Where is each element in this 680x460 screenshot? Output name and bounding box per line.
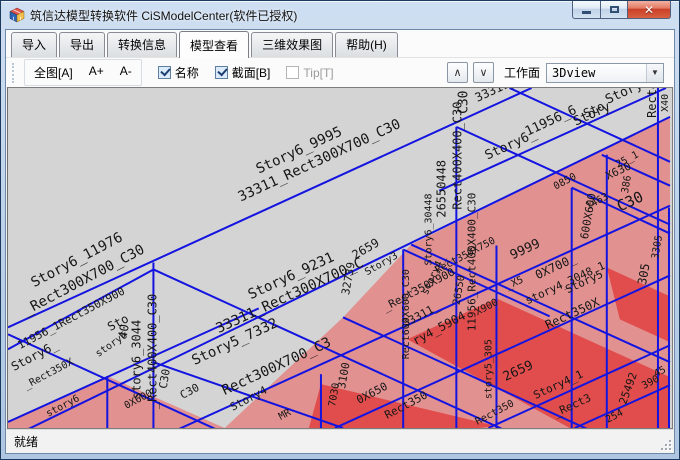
close-icon: ✕ (644, 3, 654, 17)
tip-checkbox-box[interactable] (286, 66, 299, 79)
window-controls: ✕ (572, 1, 671, 19)
model-3d-scene[interactable]: Story6_999533311_Rect300X700_C30Story6_1… (8, 88, 672, 428)
close-button[interactable]: ✕ (628, 1, 671, 19)
status-bar: 就绪 (6, 429, 674, 453)
combo-dropdown-icon[interactable]: ▼ (646, 64, 663, 82)
tab-import[interactable]: 导入 (11, 32, 57, 57)
name-checkbox-box[interactable] (158, 66, 171, 79)
tab-export[interactable]: 导出 (59, 32, 105, 57)
minimize-icon (582, 11, 591, 14)
workplane-label: 工作面 (504, 64, 540, 81)
model-member-label: story6_3044 (129, 320, 143, 399)
status-text: 就绪 (14, 433, 38, 450)
model-member-label: Rect400X400_C30 (450, 102, 464, 210)
maximize-icon (610, 6, 619, 13)
model-member-label: X40 (660, 94, 671, 112)
toolbar: 全图[A]A+A- 名称 截面[B] Tip[T] ∧ ∨ 工作面 3Dview ▼ (6, 57, 674, 87)
model-viewport[interactable]: Story6_999533311_Rect300X700_C30Story6_1… (7, 87, 673, 429)
fit-all-button[interactable]: 全图[A] (26, 61, 81, 84)
window-title: 筑信达模型转换软件 CiSModelCenter(软件已授权) (30, 7, 297, 24)
section-checkbox-label: 截面[B] (232, 64, 271, 81)
tab-3d-render[interactable]: 三维效果图 (251, 32, 333, 57)
section-checkbox-box[interactable] (215, 66, 228, 79)
model-member-label: C30 (456, 91, 471, 114)
zoom-in-button[interactable]: A+ (81, 61, 112, 84)
model-member-label: Rect40 (645, 88, 659, 118)
app-icon (9, 7, 25, 23)
model-member-label: story5_305 (483, 339, 494, 399)
view-button-group: 全图[A]A+A- (24, 59, 142, 86)
story-down-button[interactable]: ∨ (473, 62, 494, 83)
model-member-label: Story6_30448 (423, 193, 434, 265)
model-member-label: _Rect400X400_C30 (145, 294, 159, 409)
resize-grip[interactable] (658, 437, 672, 451)
workplane-combobox[interactable]: 3Dview ▼ (546, 63, 664, 83)
tab-bar: 导入导出转换信息模型查看三维效果图帮助(H) (6, 30, 674, 57)
workplane-value: 3Dview (547, 66, 646, 80)
toolbar-grip-icon[interactable] (12, 63, 18, 83)
tab-help[interactable]: 帮助(H) (335, 32, 398, 57)
story-up-button[interactable]: ∧ (447, 62, 468, 83)
tip-checkbox[interactable]: Tip[T] (286, 64, 333, 81)
zoom-out-button[interactable]: A- (112, 61, 140, 84)
tip-checkbox-label: Tip[T] (303, 66, 333, 80)
minimize-button[interactable] (572, 1, 601, 19)
model-member-label: 26550448 (434, 160, 448, 218)
display-option-checkboxes: 名称 截面[B] Tip[T] (142, 64, 334, 81)
name-checkbox[interactable]: 名称 (158, 64, 199, 81)
maximize-button[interactable] (601, 1, 628, 19)
tab-conversion-info[interactable]: 转换信息 (107, 32, 177, 57)
section-checkbox[interactable]: 截面[B] (215, 64, 271, 81)
client-area: 导入导出转换信息模型查看三维效果图帮助(H) 全图[A]A+A- 名称 截面[B]… (5, 29, 675, 454)
app-window: 筑信达模型转换软件 CiSModelCenter(软件已授权) ✕ 导入导出转换… (0, 0, 680, 460)
name-checkbox-label: 名称 (175, 64, 199, 81)
tab-model-view[interactable]: 模型查看 (179, 31, 249, 58)
model-member-label: Rect600X600_C30 (401, 269, 412, 359)
